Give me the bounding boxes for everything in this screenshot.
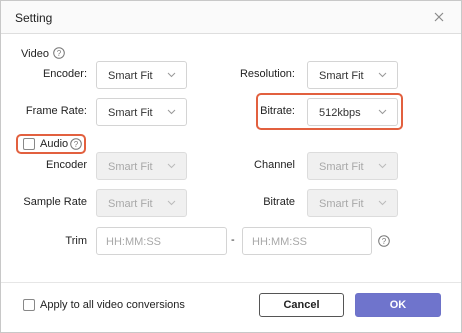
ok-button[interactable]: OK [355, 293, 441, 317]
audio-checkbox[interactable] [23, 138, 35, 150]
svg-text:?: ? [57, 49, 62, 58]
chevron-down-icon [167, 163, 176, 169]
chevron-down-icon [167, 72, 176, 78]
dialog-titlebar: Setting [1, 1, 461, 34]
video-section-label: Video [21, 48, 49, 60]
dialog-title: Setting [15, 11, 53, 25]
audio-sample-rate-select[interactable]: Smart Fit [96, 189, 187, 217]
audio-encoder-label: Encoder [46, 159, 87, 171]
trim-help-icon[interactable]: ? [378, 235, 390, 247]
trim-separator: - [231, 234, 235, 246]
audio-bitrate-select[interactable]: Smart Fit [307, 189, 398, 217]
chevron-down-icon [167, 109, 176, 115]
chevron-down-icon [378, 200, 387, 206]
footer-divider [1, 282, 461, 283]
audio-encoder-select[interactable]: Smart Fit [96, 152, 187, 180]
video-bitrate-value: 512kbps [319, 107, 361, 119]
video-bitrate-select[interactable]: 512kbps [307, 98, 398, 126]
chevron-down-icon [378, 109, 387, 115]
close-icon[interactable] [431, 9, 447, 25]
audio-bitrate-value: Smart Fit [319, 198, 364, 210]
chevron-down-icon [378, 72, 387, 78]
apply-all-label: Apply to all video conversions [40, 299, 185, 311]
trim-end-input[interactable]: HH:MM:SS [242, 227, 372, 255]
video-encoder-select[interactable]: Smart Fit [96, 61, 187, 89]
video-help-icon[interactable]: ? [53, 47, 65, 59]
video-frame-rate-select[interactable]: Smart Fit [96, 98, 187, 126]
settings-dialog: Setting Video ? Encoder: Smart Fit Resol… [0, 0, 462, 333]
video-frame-rate-value: Smart Fit [108, 107, 153, 119]
chevron-down-icon [167, 200, 176, 206]
audio-encoder-value: Smart Fit [108, 161, 153, 173]
svg-text:?: ? [382, 237, 387, 246]
trim-start-placeholder: HH:MM:SS [106, 236, 161, 248]
audio-sample-rate-label: Sample Rate [23, 196, 87, 208]
audio-channel-value: Smart Fit [319, 161, 364, 173]
audio-section-label: Audio [40, 138, 69, 150]
chevron-down-icon [378, 163, 387, 169]
trim-start-input[interactable]: HH:MM:SS [96, 227, 227, 255]
audio-channel-select[interactable]: Smart Fit [307, 152, 398, 180]
video-frame-rate-label: Frame Rate: [25, 105, 87, 117]
apply-all-checkbox[interactable] [23, 299, 35, 311]
cancel-button[interactable]: Cancel [259, 293, 344, 317]
video-resolution-select[interactable]: Smart Fit [307, 61, 398, 89]
audio-sample-rate-value: Smart Fit [108, 198, 153, 210]
svg-text:?: ? [74, 140, 79, 149]
video-encoder-value: Smart Fit [108, 70, 153, 82]
video-resolution-label: Resolution: [239, 68, 295, 80]
trim-label: Trim [65, 235, 87, 247]
video-bitrate-label: Bitrate: [260, 105, 295, 117]
audio-help-icon[interactable]: ? [70, 138, 82, 150]
video-resolution-value: Smart Fit [319, 70, 364, 82]
audio-channel-label: Channel [254, 159, 295, 171]
trim-end-placeholder: HH:MM:SS [252, 236, 307, 248]
audio-bitrate-label: Bitrate [263, 196, 295, 208]
video-encoder-label: Encoder: [42, 68, 87, 80]
